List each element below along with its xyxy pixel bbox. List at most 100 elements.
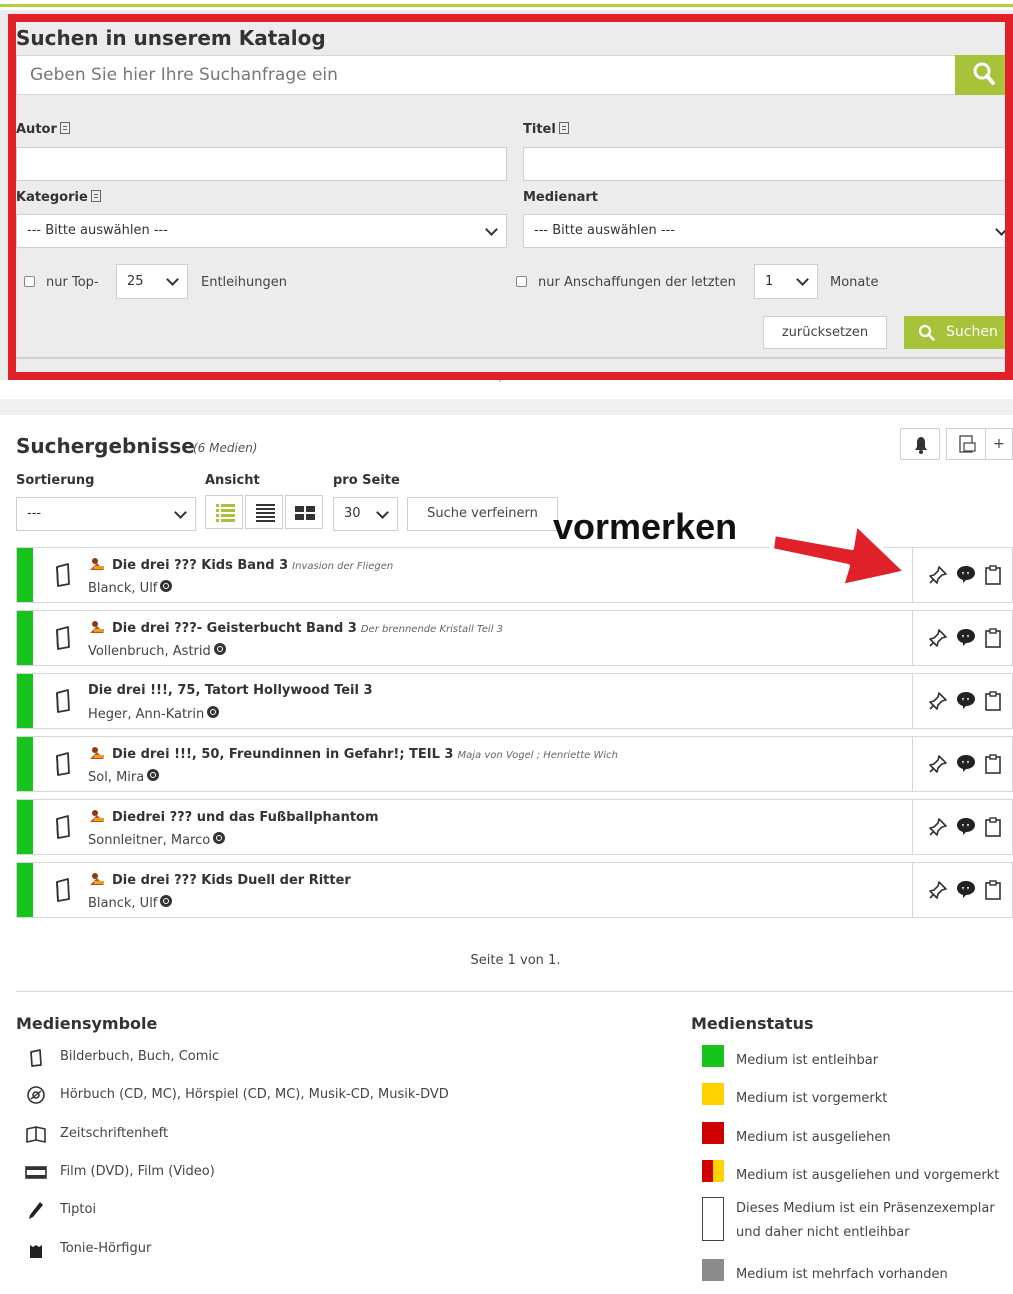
book-icon [56, 689, 70, 713]
comment-icon[interactable] [955, 627, 977, 647]
result-actions [912, 548, 1013, 602]
author-search-icon[interactable] [147, 769, 160, 781]
comment-icon[interactable] [955, 753, 977, 773]
result-actions [912, 737, 1013, 791]
result-author[interactable]: Blanck, Ulf [88, 580, 173, 596]
comment-icon[interactable] [955, 879, 977, 899]
sort-select[interactable]: --- [16, 497, 196, 531]
author-search-icon[interactable] [160, 895, 173, 907]
symbol-legend-label: Hörbuch (CD, MC), Hörspiel (CD, MC), Mus… [60, 1087, 449, 1102]
status-legend-label: Medium ist entleihbar [736, 1053, 879, 1068]
result-actions [912, 863, 1013, 917]
annotation-arrow-icon [770, 522, 908, 588]
result-author-name: Sonnleitner, Marco [88, 833, 211, 848]
result-subtitle: Maja von Vogel ; Henriette Wich [457, 750, 618, 761]
result-title-line[interactable]: Die drei !!!, 50, Freundinnen in Gefahr!… [88, 746, 618, 762]
author-search-icon[interactable] [207, 706, 220, 718]
result-author[interactable]: Heger, Ann-Katrin [88, 706, 220, 722]
author-search-icon[interactable] [160, 580, 173, 592]
status-legend-label: Medium ist ausgeliehen [736, 1130, 891, 1145]
symbol-legend-label: Bilderbuch, Buch, Comic [60, 1049, 220, 1064]
pin-icon[interactable] [928, 754, 948, 774]
list-icon [256, 504, 275, 522]
status-swatch [702, 1160, 724, 1182]
view-label: Ansicht [205, 473, 260, 488]
status-legend-label: Medium ist mehrfach vorhanden [736, 1267, 948, 1282]
result-subtitle: Der brennende Kristall Teil 3 [360, 624, 504, 635]
view-list-button[interactable] [245, 495, 283, 529]
pin-icon[interactable] [928, 817, 948, 837]
author-search-icon[interactable] [213, 832, 226, 844]
chevron-down-icon [376, 506, 389, 519]
book-icon [56, 878, 70, 902]
author-search-icon[interactable] [213, 643, 226, 655]
per-page-select[interactable]: 30 [333, 497, 398, 531]
result-title-line[interactable]: Diedrei ??? und das Fußballphantom [88, 809, 383, 825]
result-title-line[interactable]: Die drei ??? Kids Band 3 Invasion der Fli… [88, 557, 393, 573]
result-title[interactable]: Die drei ??? Kids Band 3 [112, 558, 288, 573]
magazine-icon [25, 1124, 47, 1144]
result-title[interactable]: Diedrei ??? und das Fußballphantom [112, 810, 379, 825]
result-title[interactable]: Die drei ??? Kids Duell der Ritter [112, 873, 351, 888]
comment-icon[interactable] [955, 564, 977, 584]
notify-button[interactable] [900, 428, 940, 460]
clipboard-icon[interactable] [984, 564, 1002, 586]
result-author[interactable]: Sol, Mira [88, 769, 160, 785]
symbols-legend-title: Mediensymbole [16, 1014, 158, 1033]
bell-icon [915, 437, 927, 454]
book-icon [56, 815, 70, 839]
result-author[interactable]: Vollenbruch, Astrid [88, 643, 226, 659]
status-swatch [702, 1259, 724, 1281]
status-indicator [17, 611, 33, 665]
result-title[interactable]: Die drei !!!, 75, Tatort Hollywood Teil … [88, 683, 373, 698]
view-grid-button[interactable] [285, 495, 323, 529]
view-list-detail-button[interactable] [205, 495, 243, 529]
result-title-line[interactable]: Die drei !!!, 75, Tatort Hollywood Teil … [88, 683, 377, 698]
symbol-legend-label: Tiptoi [60, 1202, 97, 1217]
export-pdf-button[interactable] [946, 428, 986, 460]
result-author[interactable]: Sonnleitner, Marco [88, 832, 226, 848]
result-author-name: Vollenbruch, Astrid [88, 644, 211, 659]
comment-icon[interactable] [955, 690, 977, 710]
chevron-down-icon [174, 506, 187, 519]
per-page-label: pro Seite [333, 473, 400, 488]
result-title[interactable]: Die drei !!!, 50, Freundinnen in Gefahr!… [112, 747, 453, 762]
pin-icon[interactable] [928, 628, 948, 648]
result-row[interactable]: Die drei ??? Kids Duell der Ritter Blanck… [16, 862, 1013, 918]
clipboard-icon[interactable] [984, 690, 1002, 712]
pin-icon[interactable] [928, 691, 948, 711]
result-row[interactable]: Die drei !!!, 75, Tatort Hollywood Teil … [16, 673, 1013, 729]
result-title-line[interactable]: Die drei ??? Kids Duell der Ritter [88, 872, 355, 888]
per-page-value: 30 [344, 506, 361, 521]
symbol-legend-label: Film (DVD), Film (Video) [60, 1164, 215, 1179]
symbol-legend-label: Tonie-Hörfigur [60, 1241, 152, 1256]
pdf-icon [959, 435, 976, 453]
status-legend-label: Medium ist ausgeliehen und vorgemerkt [736, 1168, 1000, 1183]
footer-divider [16, 991, 1013, 992]
pin-icon[interactable] [928, 565, 948, 585]
result-title[interactable]: Die drei ???- Geisterbucht Band 3 [112, 621, 357, 636]
status-swatch [702, 1122, 724, 1144]
sort-label: Sortierung [16, 473, 95, 488]
status-indicator [17, 548, 33, 602]
pen-icon [25, 1200, 47, 1220]
clipboard-icon[interactable] [984, 627, 1002, 649]
sort-select-value: --- [27, 506, 42, 521]
comment-icon[interactable] [955, 816, 977, 836]
disc-icon [25, 1085, 47, 1105]
list-detail-icon [216, 504, 235, 522]
clipboard-icon[interactable] [984, 753, 1002, 775]
result-row[interactable]: Die drei ???- Geisterbucht Band 3 Der bre… [16, 610, 1013, 666]
result-title-line[interactable]: Die drei ???- Geisterbucht Band 3 Der bre… [88, 620, 503, 636]
refine-search-button[interactable]: Suche verfeinern [407, 497, 558, 531]
book-icon [56, 752, 70, 776]
result-author[interactable]: Blanck, Ulf [88, 895, 173, 911]
more-tools-button[interactable]: + [985, 428, 1013, 460]
result-author-name: Blanck, Ulf [88, 581, 158, 596]
pagination: Seite 1 von 1. [470, 953, 561, 968]
clipboard-icon[interactable] [984, 816, 1002, 838]
result-row[interactable]: Diedrei ??? und das Fußballphantom Sonnle… [16, 799, 1013, 855]
result-row[interactable]: Die drei !!!, 50, Freundinnen in Gefahr!… [16, 736, 1013, 792]
clipboard-icon[interactable] [984, 879, 1002, 901]
pin-icon[interactable] [928, 880, 948, 900]
